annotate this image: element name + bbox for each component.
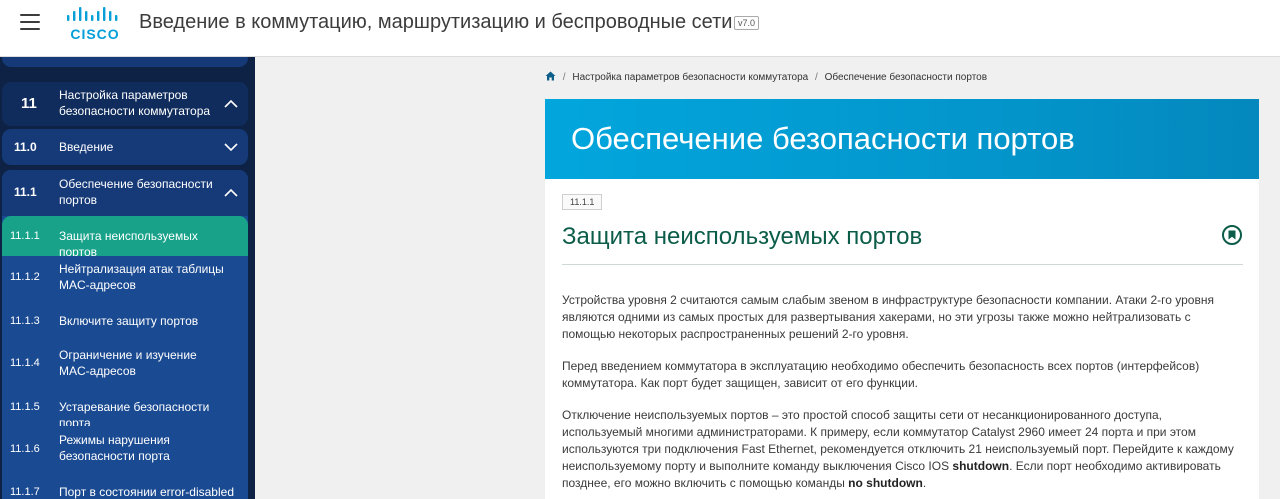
top-bar: CISCO Введение в коммутацию, маршрутизац… — [0, 0, 1280, 57]
sidebar-item-section-11-0[interactable]: 11.0 Введение — [2, 129, 248, 165]
paragraph-1: Устройства уровня 2 считаются самым слаб… — [562, 293, 1214, 341]
logo-text: CISCO — [70, 26, 120, 42]
sidebar-item-number: 11.1.2 — [10, 271, 40, 283]
paragraph-3-text: . — [922, 476, 927, 490]
sidebar-item-number: 11.0 — [14, 140, 37, 154]
topic-number-badge: 11.1.1 — [562, 194, 603, 210]
sidebar-item-label: Режимы нарушения безопасности порта — [59, 433, 170, 463]
breadcrumb-link-chapter[interactable]: Настройка параметров безопасности коммут… — [572, 72, 808, 83]
command-shutdown: shutdown — [952, 459, 1010, 473]
sidebar-item-number: 11.1.4 — [10, 357, 40, 369]
chevron-up-icon[interactable] — [224, 99, 238, 109]
sidebar-item-topic-11-1-6[interactable]: 11.1.6 Режимы нарушения безопасности пор… — [2, 426, 248, 472]
sidebar-item-label: Введение — [59, 140, 114, 154]
sidebar-item-number: 11.1.7 — [10, 486, 40, 498]
sidebar-item-label: Обеспечение безопасности портов — [59, 177, 213, 207]
sidebar-item-label: Ограничение и изучение MAC-адресов — [59, 348, 197, 378]
command-no-shutdown: no shutdown — [848, 476, 923, 490]
bookmark-icon[interactable] — [1222, 225, 1242, 245]
sidebar-item-number: 11.1.3 — [10, 315, 40, 327]
content-panel: 11.1.1 Защита неиспользуемых портов Устр… — [545, 179, 1259, 499]
course-title: Введение в коммутацию, маршрутизацию и б… — [139, 11, 733, 33]
cisco-logo[interactable]: CISCO — [66, 7, 126, 43]
sidebar-item-topic-11-1-3[interactable]: 11.1.3 Включите защиту портов — [2, 300, 248, 340]
menu-icon[interactable] — [20, 14, 40, 32]
chevron-up-icon[interactable] — [224, 188, 238, 198]
sidebar-item-previous[interactable] — [2, 57, 248, 67]
sidebar: 11 Настройка параметров безопасности ком… — [0, 57, 255, 499]
sidebar-item-chapter-11[interactable]: 11 Настройка параметров безопасности ком… — [2, 82, 248, 126]
sidebar-item-number: 11.1.5 — [10, 401, 40, 413]
sidebar-item-section-11-1[interactable]: 11.1 Обеспечение безопасности портов — [2, 170, 248, 216]
breadcrumb: / Настройка параметров безопасности комм… — [545, 71, 987, 84]
cisco-bars-icon — [67, 7, 118, 21]
breadcrumb-separator: / — [815, 72, 818, 83]
sidebar-item-topic-11-1-5[interactable]: 11.1.5 Устаревание безопасности порта — [2, 386, 248, 430]
chevron-down-icon[interactable] — [224, 143, 238, 153]
section-banner: Обеспечение безопасности портов — [545, 99, 1259, 179]
version-badge: v7.0 — [734, 16, 760, 30]
sidebar-item-label: Настройка параметров безопасности коммут… — [59, 88, 211, 118]
paragraph-3: Отключение неиспользуемых портов – это п… — [562, 407, 1243, 492]
divider — [562, 264, 1243, 265]
sidebar-item-topic-11-1-2[interactable]: 11.1.2 Нейтрализация атак таблицы MAC-ад… — [2, 256, 248, 300]
sidebar-item-number: 11.1.1 — [10, 230, 40, 242]
sidebar-item-number: 11.1.6 — [10, 443, 40, 455]
sidebar-item-number: 11 — [21, 95, 37, 112]
paragraph-2: Перед введением коммутатора в эксплуатац… — [562, 359, 1200, 390]
home-icon[interactable] — [545, 71, 556, 84]
sidebar-item-topic-11-1-4[interactable]: 11.1.4 Ограничение и изучение MAC-адресо… — [2, 340, 248, 386]
sidebar-item-label: Включите защиту портов — [59, 314, 199, 328]
sidebar-item-number: 11.1 — [14, 185, 37, 199]
sidebar-item-topic-11-1-7[interactable]: 11.1.7 Порт в состоянии error-disabled — [2, 472, 248, 499]
sidebar-item-topic-11-1-1[interactable]: 11.1.1 Защита неиспользуемых портов — [2, 216, 248, 259]
section-title: Обеспечение безопасности портов — [571, 121, 1075, 156]
sidebar-item-label: Порт в состоянии error-disabled — [59, 485, 234, 499]
breadcrumb-link-section[interactable]: Обеспечение безопасности портов — [825, 72, 987, 83]
sidebar-item-label: Нейтрализация атак таблицы MAC-адресов — [59, 262, 224, 292]
breadcrumb-separator: / — [562, 72, 566, 83]
topic-title: Защита неиспользуемых портов — [562, 223, 923, 250]
